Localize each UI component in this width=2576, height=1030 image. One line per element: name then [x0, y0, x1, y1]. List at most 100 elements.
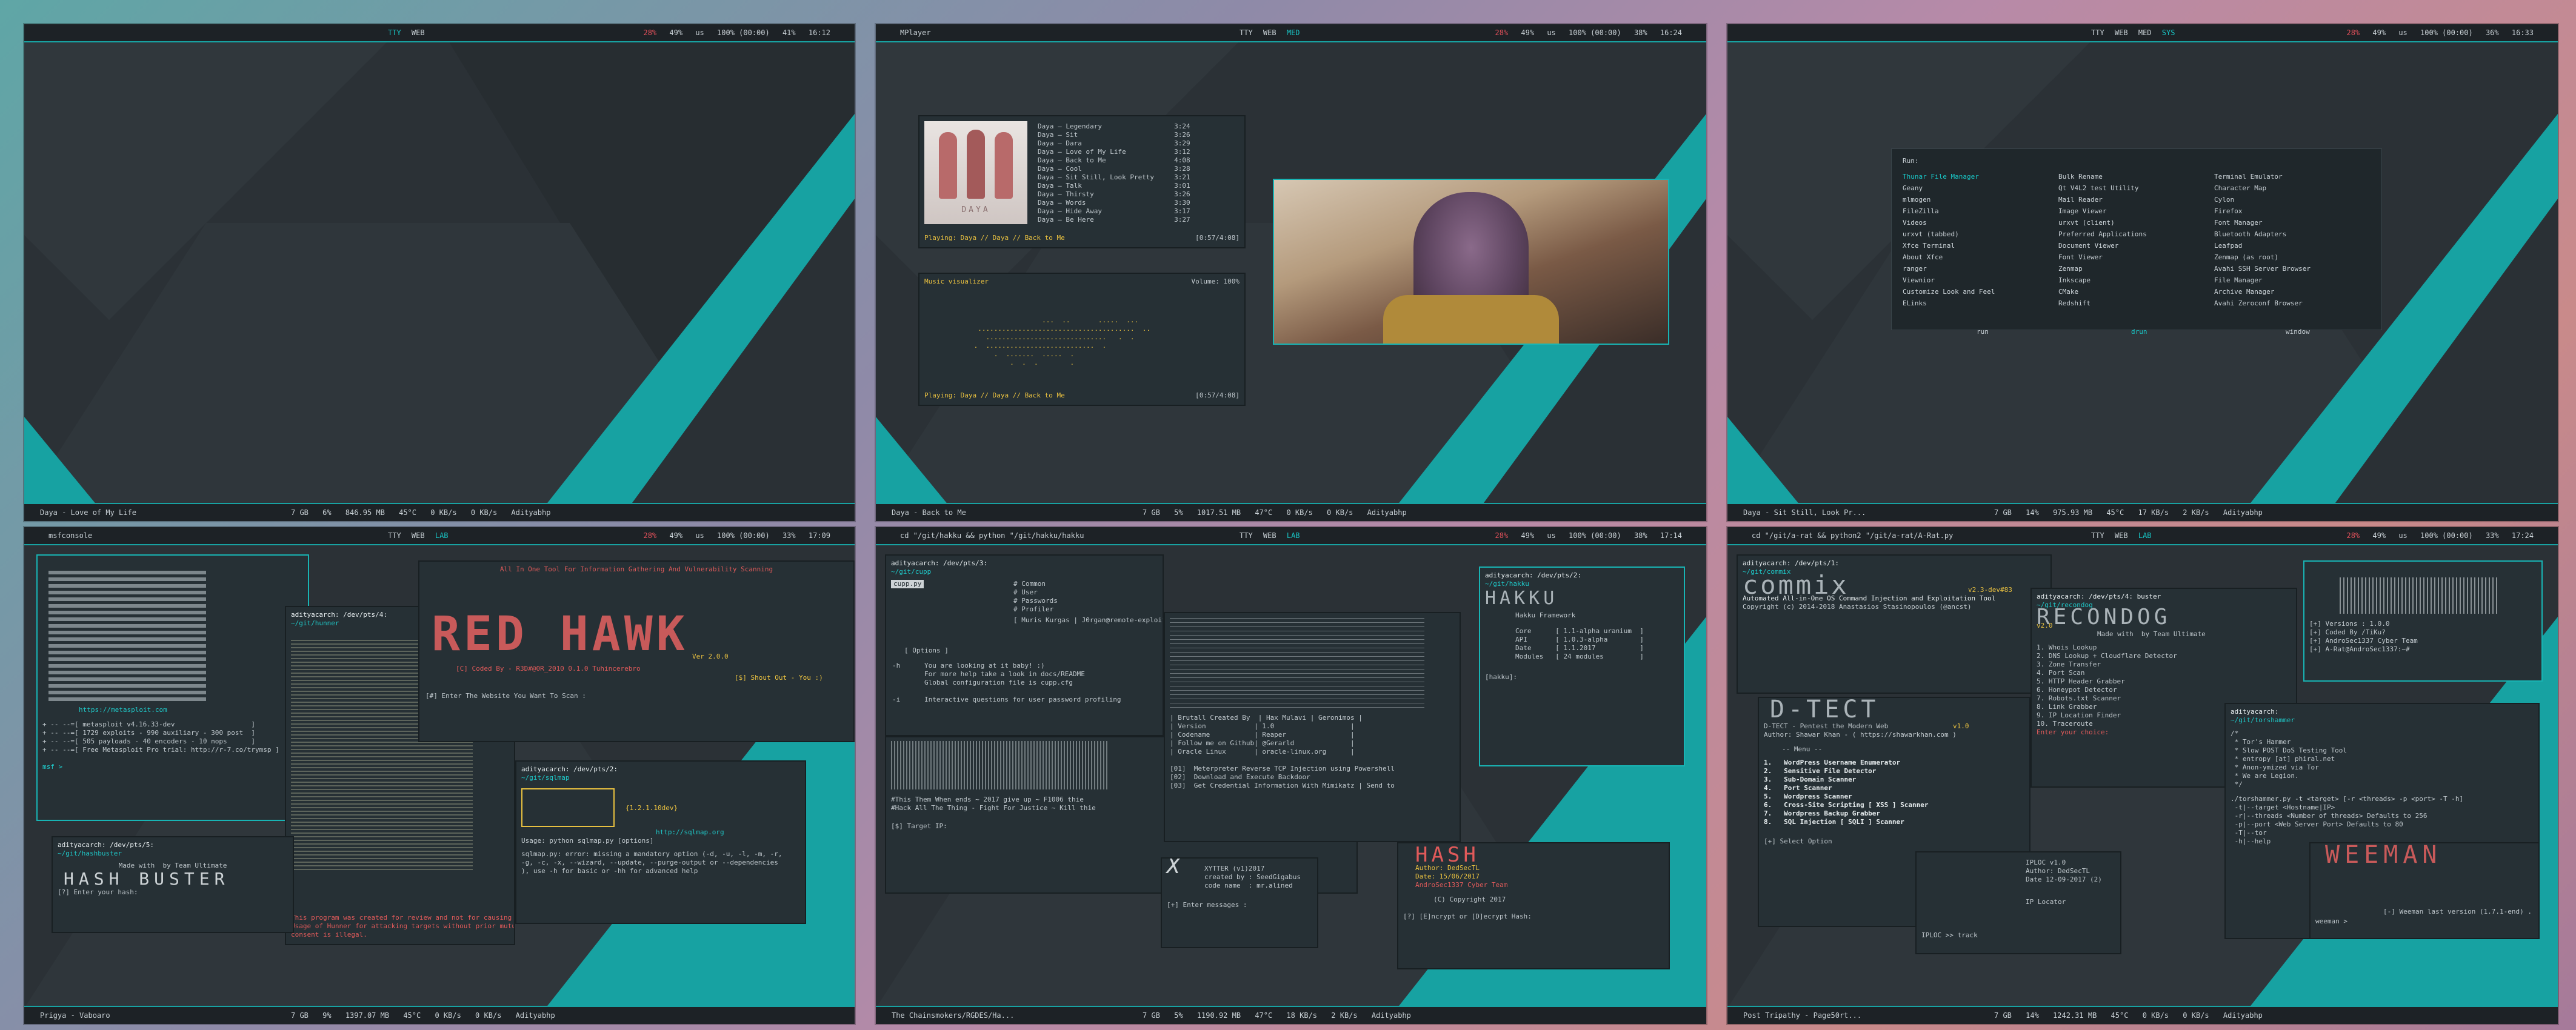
launcher-item[interactable]: Zenmap [2058, 263, 2210, 274]
redhawk-terminal[interactable]: All In One Tool For Information Gatherin… [418, 560, 855, 742]
launcher-item[interactable]: Cylon [2214, 194, 2366, 205]
video-window[interactable] [1273, 179, 1669, 345]
hashbuster2-terminal[interactable]: HASH Author: DedSecTL Date: 15/06/2017 A… [1397, 842, 1670, 969]
workspace-sys[interactable]: SYS [2162, 28, 2175, 37]
workspace-lab[interactable]: LAB [1287, 531, 1300, 540]
launcher-item[interactable]: FileZilla [1903, 205, 2054, 217]
launcher-item[interactable]: Avahi Zeroconf Browser [2214, 297, 2366, 309]
now-playing[interactable]: Prigya - Vaboaro [40, 1007, 110, 1024]
launcher-item[interactable]: Geany [1903, 182, 2054, 194]
launcher-item[interactable]: Qt V4L2 test Utility [2058, 182, 2210, 194]
launcher-prompt[interactable]: Run: [1903, 157, 1919, 165]
launcher-item[interactable]: Bulk Rename [2058, 171, 2210, 182]
workspace-switcher[interactable]: TTY WEB LAB [2091, 527, 2158, 544]
iploc-terminal[interactable]: IPLOC v1.0 Author: DedSecTL Date 12-09-2… [1915, 851, 2121, 954]
launcher-item[interactable]: Leafpad [2214, 240, 2366, 251]
workspace-switcher[interactable]: TTY WEB [388, 24, 431, 41]
launcher-item[interactable]: Thunar File Manager [1903, 171, 2054, 182]
launcher-item[interactable]: urxvt (client) [2058, 217, 2210, 228]
visualizer-window[interactable]: Music visualizer Volume: 100% ... .. ...… [918, 273, 1246, 406]
mode-drun[interactable]: drun [2131, 326, 2147, 337]
workspace-switcher[interactable]: TTY WEB MED SYS [2091, 24, 2181, 41]
now-playing[interactable]: Daya - Back to Me [892, 504, 966, 521]
msfconsole-terminal[interactable]: https://metasploit.com + -- --=[ metaspl… [36, 554, 309, 821]
workspace-lab[interactable]: LAB [2138, 531, 2152, 540]
weeman-terminal[interactable]: WEEMAN weeman > [-] Weeman last version … [2309, 842, 2540, 939]
launcher-item[interactable]: Zenmap (as root) [2214, 251, 2366, 263]
launcher-item[interactable]: Font Viewer [2058, 251, 2210, 263]
now-playing[interactable]: The Chainsmokers/RGDES/Ha... [892, 1007, 1014, 1024]
sqlmap-url[interactable]: http://sqlmap.org [656, 828, 724, 837]
app-launcher[interactable]: Run: Thunar File Manager Geany mlmogen F… [1891, 148, 2382, 336]
weeman-prompt[interactable]: weeman > [2315, 917, 2347, 926]
launcher-item[interactable]: ranger [1903, 263, 2054, 274]
launcher-item[interactable]: Inkscape [2058, 274, 2210, 286]
workspace-web[interactable]: WEB [412, 28, 425, 37]
now-playing[interactable]: Post Tripathy - Page50rt... [1743, 1007, 1861, 1024]
mode-run[interactable]: run [1977, 326, 1989, 337]
music-player-window[interactable]: DAYA Daya – Legendary 3:24 Daya – Sit 3:… [918, 115, 1246, 248]
workspace-tty[interactable]: TTY [1240, 531, 1253, 540]
workspace-tty[interactable]: TTY [388, 531, 401, 540]
workspace-tty[interactable]: TTY [388, 28, 401, 37]
workspace-web[interactable]: WEB [1263, 28, 1276, 37]
launcher-item[interactable]: Terminal Emulator [2214, 171, 2366, 182]
launcher-item[interactable]: mlmogen [1903, 194, 2054, 205]
workspace-switcher[interactable]: TTY WEB LAB [1240, 527, 1306, 544]
launcher-column-2[interactable]: Bulk Rename Qt V4L2 test Utility Mail Re… [2058, 171, 2210, 309]
sqlmap-terminal[interactable]: adityacarch: /dev/pts/2: ~/git/sqlmap {1… [515, 760, 806, 924]
dtect-menu[interactable]: 1. WordPress Username Enumerator 2. Sens… [1764, 759, 2024, 826]
launcher-item[interactable]: Bluetooth Adapters [2214, 228, 2366, 240]
launcher-item[interactable]: Mail Reader [2058, 194, 2210, 205]
message-input[interactable]: [+] Enter messages : [1167, 901, 1312, 909]
launcher-column-1[interactable]: Thunar File Manager Geany mlmogen FileZi… [1903, 171, 2054, 309]
launcher-item[interactable]: Customize Look and Feel [1903, 286, 2054, 297]
launcher-item[interactable]: Viewnior [1903, 274, 2054, 286]
launcher-item[interactable]: Character Map [2214, 182, 2366, 194]
workspace-web[interactable]: WEB [2115, 28, 2128, 37]
workspace-med[interactable]: MED [2138, 28, 2152, 37]
arat-prompt[interactable]: [+] A-Rat@AndroSec1337:~# [2309, 645, 2537, 654]
hakku-terminal[interactable]: adityacarch: /dev/pts/2: ~/git/hakku HAK… [1479, 566, 1685, 766]
track-list[interactable]: Daya – Legendary 3:24 Daya – Sit 3:26 Da… [1038, 122, 1238, 224]
launcher-item[interactable]: Image Viewer [2058, 205, 2210, 217]
workspace-web[interactable]: WEB [412, 531, 425, 540]
workspace-web[interactable]: WEB [1263, 531, 1276, 540]
hash-input[interactable]: [?] Enter your hash: [58, 888, 288, 897]
launcher-item[interactable]: Archive Manager [2214, 286, 2366, 297]
iploc-input[interactable]: IPLOC >> track [1921, 931, 1978, 940]
launcher-column-3[interactable]: Terminal Emulator Character Map Cylon Fi… [2214, 171, 2366, 309]
commix-terminal[interactable]: adityacarch: /dev/pts/1: ~/git/commix co… [1737, 554, 2052, 694]
arat-terminal[interactable]: [+] Versions : 1.0.0 [+] Coded By /TiKu?… [2303, 560, 2543, 682]
hb-input[interactable]: [?] [E]ncrypt or [D]ecrypt Hash: [1403, 912, 1664, 921]
launcher-item[interactable]: Redshift [2058, 297, 2210, 309]
dtect-input[interactable]: [+] Select Option [1764, 837, 2024, 846]
launcher-item[interactable]: About Xfce [1903, 251, 2054, 263]
launcher-item[interactable]: Xfce Terminal [1903, 240, 2054, 251]
hashbuster-terminal[interactable]: adityacarch: /dev/pts/5: ~/git/hashbuste… [52, 836, 294, 933]
launcher-item[interactable]: CMake [2058, 286, 2210, 297]
workspace-lab[interactable]: LAB [435, 531, 449, 540]
launcher-item[interactable]: Document Viewer [2058, 240, 2210, 251]
workspace-tty[interactable]: TTY [2091, 531, 2104, 540]
workspace-tty[interactable]: TTY [2091, 28, 2104, 37]
launcher-item[interactable]: File Manager [2214, 274, 2366, 286]
launcher-item[interactable]: Preferred Applications [2058, 228, 2210, 240]
metasploit-url[interactable]: https://metasploit.com [42, 706, 303, 714]
workspace-web[interactable]: WEB [2115, 531, 2128, 540]
launcher-item[interactable]: Firefox [2214, 205, 2366, 217]
chaos-menu-terminal[interactable]: | Brutall Created By | Hax Mulavi | Gero… [1164, 612, 1461, 842]
workspace-med[interactable]: MED [1287, 28, 1300, 37]
launcher-item[interactable]: ELinks [1903, 297, 2054, 309]
workspace-switcher[interactable]: TTY WEB LAB [388, 527, 455, 544]
cupp-terminal[interactable]: adityacarch: /dev/pts/3: ~/git/cupp cupp… [885, 554, 1164, 736]
xytter-terminal[interactable]: X XYTTER (v1)2017 created by : SeedGigab… [1161, 857, 1318, 948]
msf-prompt[interactable]: msf > [42, 763, 303, 771]
mode-window[interactable]: window [2286, 326, 2310, 337]
launcher-item[interactable]: Avahi SSH Server Browser [2214, 263, 2366, 274]
launcher-item[interactable]: Font Manager [2214, 217, 2366, 228]
launcher-item[interactable]: Videos [1903, 217, 2054, 228]
workspace-tty[interactable]: TTY [1240, 28, 1253, 37]
now-playing[interactable]: Daya - Sit Still, Look Pr... [1743, 504, 1866, 521]
launcher-item[interactable]: urxvt (tabbed) [1903, 228, 2054, 240]
